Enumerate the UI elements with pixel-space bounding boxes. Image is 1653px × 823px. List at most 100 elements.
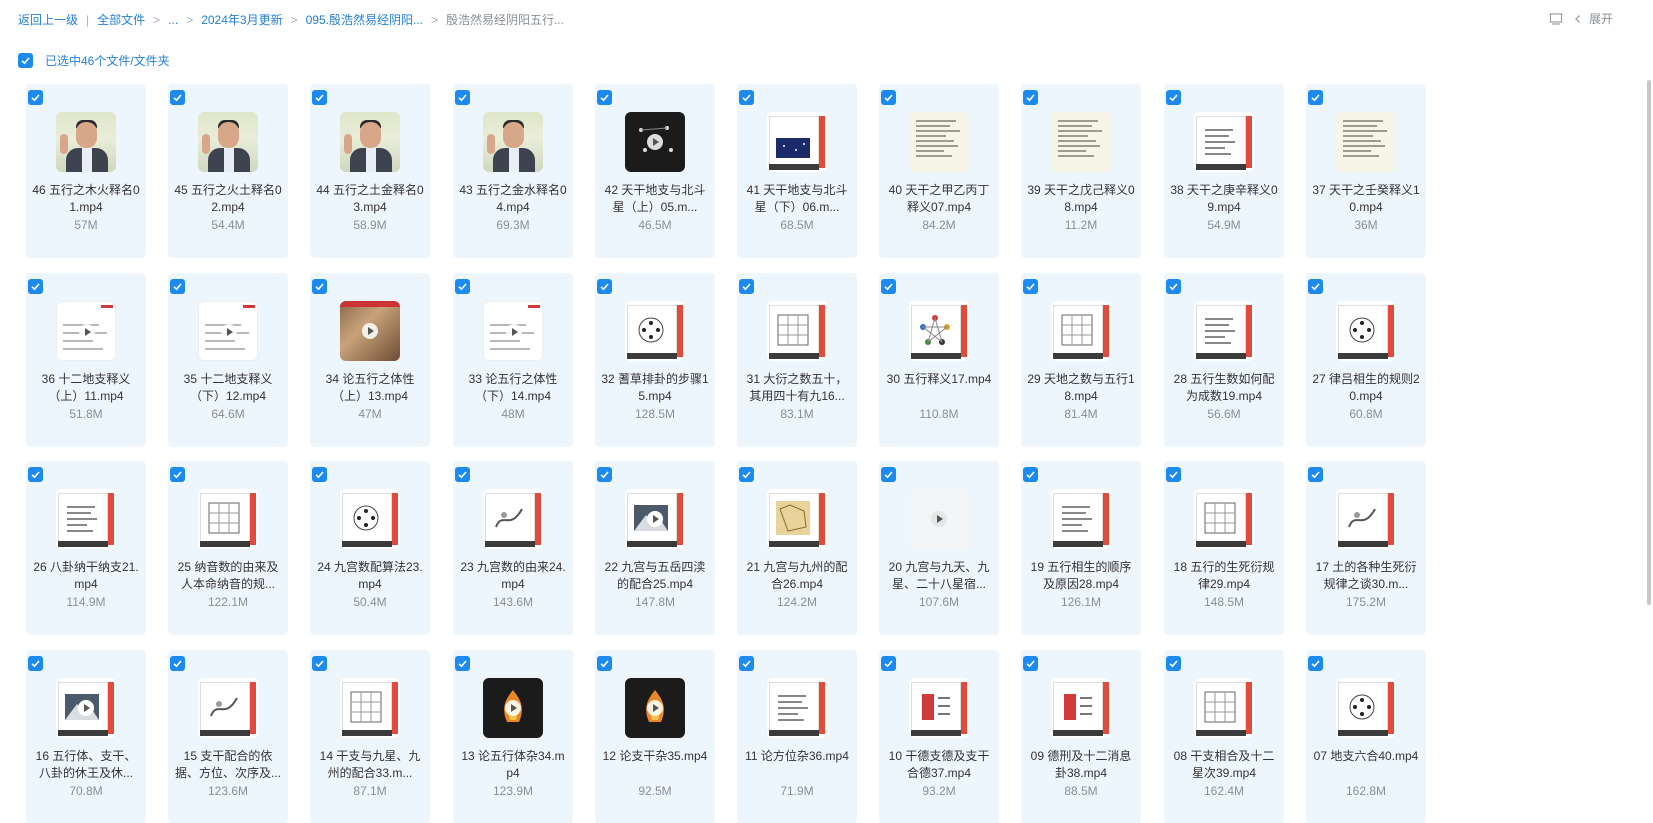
file-checkbox[interactable] xyxy=(739,656,754,671)
video-thumbnail[interactable] xyxy=(1194,489,1254,549)
file-checkbox[interactable] xyxy=(1308,467,1323,482)
file-checkbox[interactable] xyxy=(1308,90,1323,105)
file-card[interactable]: 20 九宫与九天、九星、二十八星宿... 107.6M xyxy=(879,461,999,635)
file-checkbox[interactable] xyxy=(1166,467,1181,482)
file-checkbox[interactable] xyxy=(170,90,185,105)
video-thumbnail[interactable] xyxy=(1051,489,1111,549)
file-checkbox[interactable] xyxy=(455,90,470,105)
file-card[interactable]: 21 九宫与九州的配合26.mp4 124.2M xyxy=(737,461,857,635)
file-checkbox[interactable] xyxy=(28,90,43,105)
breadcrumb-ellipsis[interactable]: ... xyxy=(168,13,178,27)
file-checkbox[interactable] xyxy=(881,90,896,105)
file-checkbox[interactable] xyxy=(312,279,327,294)
file-card[interactable]: 09 德刑及十二消息卦38.mp4 88.5M xyxy=(1021,650,1141,823)
file-card[interactable]: 35 十二地支释义（下）12.mp4 64.6M xyxy=(168,273,288,447)
list-view-icon[interactable] xyxy=(1549,12,1563,26)
file-card[interactable]: 29 天地之数与五行18.mp4 81.4M xyxy=(1021,273,1141,447)
video-thumbnail[interactable] xyxy=(340,301,400,361)
video-thumbnail[interactable] xyxy=(483,489,543,549)
file-card[interactable]: 26 八卦纳干纳支21.mp4 114.9M xyxy=(26,461,146,635)
file-card[interactable]: 42 天干地支与北斗星（上）05.m... 46.5M xyxy=(595,84,715,258)
file-checkbox[interactable] xyxy=(28,467,43,482)
video-thumbnail[interactable] xyxy=(625,489,685,549)
video-thumbnail[interactable] xyxy=(1194,678,1254,738)
file-card[interactable]: 45 五行之火土释名02.mp4 54.4M xyxy=(168,84,288,258)
file-card[interactable]: 11 论方位杂36.mp4 71.9M xyxy=(737,650,857,823)
video-thumbnail[interactable] xyxy=(1051,678,1111,738)
file-card[interactable]: 34 论五行之体性（上）13.mp4 47M xyxy=(310,273,430,447)
video-thumbnail[interactable] xyxy=(625,112,685,172)
video-thumbnail[interactable] xyxy=(909,112,969,172)
file-card[interactable]: 14 干支与九星、九州的配合33.m... 87.1M xyxy=(310,650,430,823)
file-checkbox[interactable] xyxy=(455,467,470,482)
file-checkbox[interactable] xyxy=(170,656,185,671)
video-thumbnail[interactable] xyxy=(625,678,685,738)
file-checkbox[interactable] xyxy=(28,656,43,671)
file-checkbox[interactable] xyxy=(1166,656,1181,671)
file-card[interactable]: 38 天干之庚辛释义09.mp4 54.9M xyxy=(1164,84,1284,258)
video-thumbnail[interactable] xyxy=(483,112,543,172)
expand-button[interactable]: 展开 xyxy=(1573,10,1613,27)
file-card[interactable]: 07 地支六合40.mp4 162.8M xyxy=(1306,650,1426,823)
file-checkbox[interactable] xyxy=(1166,279,1181,294)
video-thumbnail[interactable] xyxy=(198,112,258,172)
video-thumbnail[interactable] xyxy=(1336,489,1396,549)
file-card[interactable]: 33 论五行之体性（下）14.mp4 48M xyxy=(453,273,573,447)
file-checkbox[interactable] xyxy=(455,279,470,294)
file-checkbox[interactable] xyxy=(312,656,327,671)
video-thumbnail[interactable] xyxy=(198,301,258,361)
file-card[interactable]: 25 纳音数的由来及人本命纳音的规... 122.1M xyxy=(168,461,288,635)
file-checkbox[interactable] xyxy=(597,279,612,294)
video-thumbnail[interactable] xyxy=(909,678,969,738)
file-checkbox[interactable] xyxy=(881,467,896,482)
video-thumbnail[interactable] xyxy=(56,112,116,172)
file-card[interactable]: 18 五行的生死衍规律29.mp4 148.5M xyxy=(1164,461,1284,635)
file-checkbox[interactable] xyxy=(455,656,470,671)
scrollbar[interactable] xyxy=(1647,80,1651,605)
file-checkbox[interactable] xyxy=(170,467,185,482)
video-thumbnail[interactable] xyxy=(625,301,685,361)
video-thumbnail[interactable] xyxy=(767,112,827,172)
video-thumbnail[interactable] xyxy=(198,678,258,738)
breadcrumb-all-files[interactable]: 全部文件 xyxy=(97,11,145,28)
video-thumbnail[interactable] xyxy=(483,301,543,361)
video-thumbnail[interactable] xyxy=(56,301,116,361)
video-thumbnail[interactable] xyxy=(483,678,543,738)
file-checkbox[interactable] xyxy=(597,90,612,105)
file-card[interactable]: 22 九宫与五岳四渎的配合25.mp4 147.8M xyxy=(595,461,715,635)
file-checkbox[interactable] xyxy=(739,90,754,105)
file-card[interactable]: 37 天干之壬癸释义10.mp4 36M xyxy=(1306,84,1426,258)
file-checkbox[interactable] xyxy=(1023,279,1038,294)
video-thumbnail[interactable] xyxy=(767,678,827,738)
breadcrumb-level2[interactable]: 095.殷浩然易经阴阳... xyxy=(306,11,423,28)
video-thumbnail[interactable] xyxy=(56,489,116,549)
file-card[interactable]: 46 五行之木火释名01.mp4 57M xyxy=(26,84,146,258)
video-thumbnail[interactable] xyxy=(198,489,258,549)
file-checkbox[interactable] xyxy=(312,90,327,105)
video-thumbnail[interactable] xyxy=(56,678,116,738)
file-checkbox[interactable] xyxy=(1023,467,1038,482)
file-card[interactable]: 24 九宫数配算法23.mp4 50.4M xyxy=(310,461,430,635)
file-checkbox[interactable] xyxy=(597,467,612,482)
file-checkbox[interactable] xyxy=(1023,90,1038,105)
video-thumbnail[interactable] xyxy=(340,112,400,172)
file-card[interactable]: 15 支干配合的依据、方位、次序及... 123.6M xyxy=(168,650,288,823)
file-card[interactable]: 31 大衍之数五十，其用四十有九16... 83.1M xyxy=(737,273,857,447)
file-checkbox[interactable] xyxy=(170,279,185,294)
file-checkbox[interactable] xyxy=(739,279,754,294)
file-card[interactable]: 32 蓍草排卦的步骤15.mp4 128.5M xyxy=(595,273,715,447)
video-thumbnail[interactable] xyxy=(1336,678,1396,738)
video-thumbnail[interactable] xyxy=(1051,112,1111,172)
file-checkbox[interactable] xyxy=(881,279,896,294)
file-checkbox[interactable] xyxy=(1308,656,1323,671)
file-checkbox[interactable] xyxy=(739,467,754,482)
file-checkbox[interactable] xyxy=(881,656,896,671)
file-card[interactable]: 27 律吕相生的规则20.mp4 60.8M xyxy=(1306,273,1426,447)
file-card[interactable]: 13 论五行体杂34.mp4 123.9M xyxy=(453,650,573,823)
video-thumbnail[interactable] xyxy=(340,678,400,738)
video-thumbnail[interactable] xyxy=(1336,301,1396,361)
file-card[interactable]: 40 天干之甲乙丙丁释义07.mp4 84.2M xyxy=(879,84,999,258)
file-card[interactable]: 12 论支干杂35.mp4 92.5M xyxy=(595,650,715,823)
video-thumbnail[interactable] xyxy=(1194,301,1254,361)
file-card[interactable]: 08 干支相合及十二星次39.mp4 162.4M xyxy=(1164,650,1284,823)
